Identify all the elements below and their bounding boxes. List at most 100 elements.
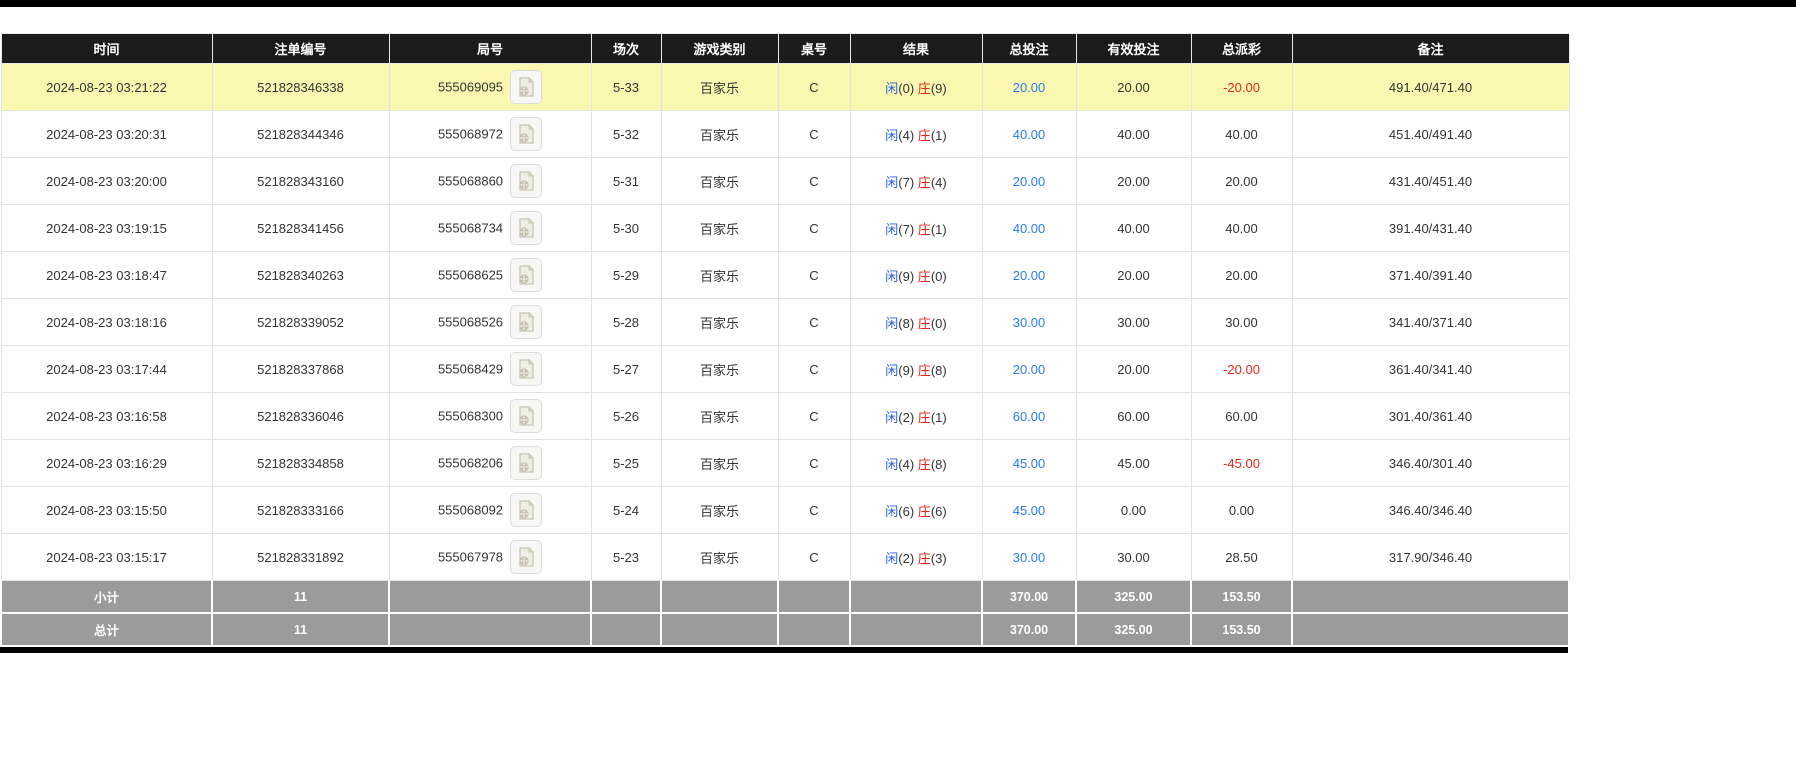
cell-total-payout: -45.00: [1191, 440, 1292, 487]
cell-bet-no: 521828337868: [212, 346, 389, 393]
round-number: 555068429: [438, 362, 503, 377]
result-player-label: 闲: [885, 175, 898, 190]
table-row: 2024-08-23 03:20:31521828344346555068972…: [1, 111, 1569, 158]
cell-session: 5-23: [591, 534, 661, 581]
cell-result: 闲(4) 庄(8): [850, 440, 982, 487]
cell-game-type: 百家乐: [661, 440, 778, 487]
cell-remark: 491.40/471.40: [1292, 64, 1569, 111]
cell-round-no: 555068972: [389, 111, 591, 158]
cell-valid-bet: 40.00: [1076, 205, 1191, 252]
cell-remark: 451.40/491.40: [1292, 111, 1569, 158]
footer-total-payout: 153.50: [1191, 581, 1292, 614]
round-replay-button[interactable]: [510, 211, 542, 245]
cell-round-no: 555067978: [389, 534, 591, 581]
cell-valid-bet: 45.00: [1076, 440, 1191, 487]
round-replay-button[interactable]: [510, 399, 542, 433]
column-header-remark: 备注: [1292, 34, 1569, 64]
footer-empty: [389, 581, 591, 614]
result-player-label: 闲: [885, 410, 898, 425]
footer-empty: [661, 613, 778, 646]
result-player-label: 闲: [885, 504, 898, 519]
cell-total-payout: 28.50: [1191, 534, 1292, 581]
column-header-game_type: 游戏类别: [661, 34, 778, 64]
film-icon: [517, 124, 536, 145]
round-number: 555069095: [438, 80, 503, 95]
column-header-table_no: 桌号: [778, 34, 850, 64]
round-replay-button[interactable]: [510, 493, 542, 527]
result-banker-label: 庄: [918, 222, 931, 237]
cell-bet-no: 521828334858: [212, 440, 389, 487]
round-replay-button[interactable]: [510, 258, 542, 292]
footer-empty: [591, 581, 661, 614]
cell-total-bet: 45.00: [982, 487, 1076, 534]
cell-remark: 346.40/301.40: [1292, 440, 1569, 487]
film-icon: [517, 359, 536, 380]
footer-empty: [1292, 613, 1569, 646]
round-number: 555068625: [438, 268, 503, 283]
cell-remark: 317.90/346.40: [1292, 534, 1569, 581]
column-header-round_no: 局号: [389, 34, 591, 64]
film-icon: [517, 312, 536, 333]
footer-label: 总计: [1, 613, 212, 646]
cell-time: 2024-08-23 03:21:22: [1, 64, 212, 111]
cell-valid-bet: 30.00: [1076, 299, 1191, 346]
bet-records-section: 时间注单编号局号场次游戏类别桌号结果总投注有效投注总派彩备注 2024-08-2…: [0, 33, 1796, 653]
column-header-valid_bet: 有效投注: [1076, 34, 1191, 64]
round-replay-button[interactable]: [510, 540, 542, 574]
table-row: 2024-08-23 03:18:16521828339052555068526…: [1, 299, 1569, 346]
round-replay-button[interactable]: [510, 352, 542, 386]
cell-total-bet: 20.00: [982, 158, 1076, 205]
cell-session: 5-28: [591, 299, 661, 346]
cell-bet-no: 521828341456: [212, 205, 389, 252]
cell-session: 5-24: [591, 487, 661, 534]
cell-round-no: 555068860: [389, 158, 591, 205]
cell-result: 闲(2) 庄(3): [850, 534, 982, 581]
cell-session: 5-29: [591, 252, 661, 299]
result-player-label: 闲: [885, 457, 898, 472]
cell-game-type: 百家乐: [661, 205, 778, 252]
cell-session: 5-30: [591, 205, 661, 252]
result-player-label: 闲: [885, 222, 898, 237]
round-number: 555068972: [438, 127, 503, 142]
cell-game-type: 百家乐: [661, 111, 778, 158]
table-row: 2024-08-23 03:20:00521828343160555068860…: [1, 158, 1569, 205]
table-row: 2024-08-23 03:16:58521828336046555068300…: [1, 393, 1569, 440]
result-banker-label: 庄: [918, 269, 931, 284]
result-banker-label: 庄: [918, 551, 931, 566]
round-replay-button[interactable]: [510, 117, 542, 151]
cell-valid-bet: 60.00: [1076, 393, 1191, 440]
cell-bet-no: 521828339052: [212, 299, 389, 346]
cell-session: 5-32: [591, 111, 661, 158]
cell-time: 2024-08-23 03:16:29: [1, 440, 212, 487]
cell-remark: 371.40/391.40: [1292, 252, 1569, 299]
cell-session: 5-33: [591, 64, 661, 111]
cell-total-bet: 60.00: [982, 393, 1076, 440]
cell-game-type: 百家乐: [661, 346, 778, 393]
round-replay-button[interactable]: [510, 446, 542, 480]
round-replay-button[interactable]: [510, 305, 542, 339]
cell-session: 5-31: [591, 158, 661, 205]
result-banker-label: 庄: [918, 363, 931, 378]
bottom-divider-bar: [0, 647, 1568, 653]
cell-result: 闲(9) 庄(0): [850, 252, 982, 299]
film-icon: [517, 171, 536, 192]
footer-total-bet: 370.00: [982, 613, 1076, 646]
cell-result: 闲(6) 庄(6): [850, 487, 982, 534]
round-replay-button[interactable]: [510, 164, 542, 198]
cell-table-no: C: [778, 158, 850, 205]
cell-valid-bet: 30.00: [1076, 534, 1191, 581]
table-row: 2024-08-23 03:21:22521828346338555069095…: [1, 64, 1569, 111]
cell-remark: 301.40/361.40: [1292, 393, 1569, 440]
round-number: 555068300: [438, 409, 503, 424]
cell-total-payout: 40.00: [1191, 205, 1292, 252]
cell-game-type: 百家乐: [661, 299, 778, 346]
cell-total-payout: 60.00: [1191, 393, 1292, 440]
footer-empty: [850, 581, 982, 614]
cell-game-type: 百家乐: [661, 252, 778, 299]
footer-empty: [1292, 581, 1569, 614]
cell-remark: 346.40/346.40: [1292, 487, 1569, 534]
bet-records-table: 时间注单编号局号场次游戏类别桌号结果总投注有效投注总派彩备注 2024-08-2…: [0, 33, 1570, 647]
round-number: 555068860: [438, 174, 503, 189]
cell-valid-bet: 40.00: [1076, 111, 1191, 158]
round-replay-button[interactable]: [510, 70, 542, 104]
